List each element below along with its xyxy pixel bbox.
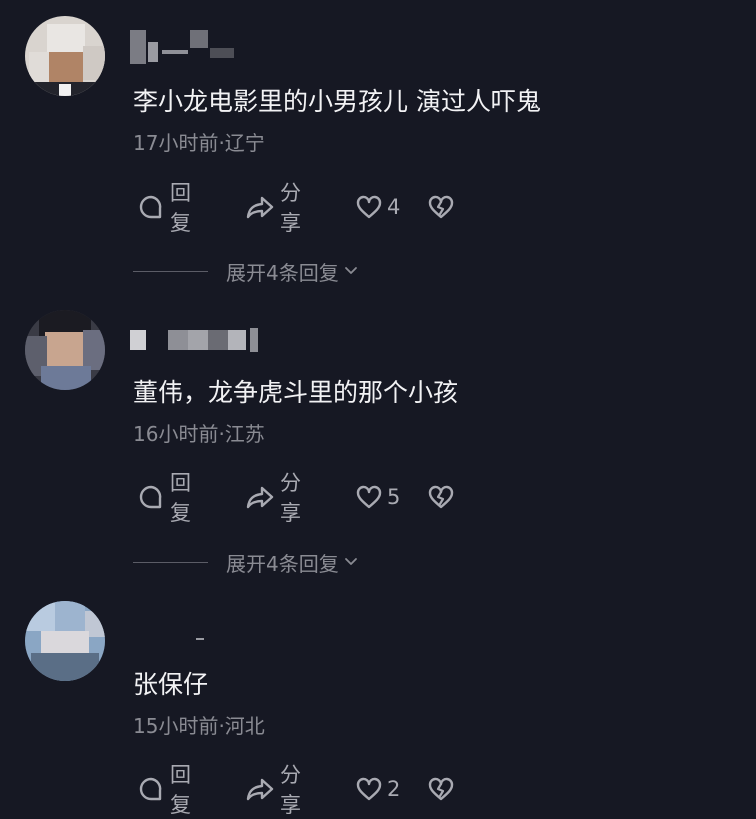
comment-bubble-icon: [137, 193, 165, 221]
heart-icon: [355, 483, 383, 511]
comment-bubble-icon: [137, 483, 165, 511]
expand-label: 展开4条回复: [226, 551, 339, 576]
dislike-button[interactable]: [427, 480, 455, 514]
chevron-down-icon: [339, 259, 359, 283]
share-arrow-icon: [245, 193, 275, 221]
like-button[interactable]: 5: [355, 480, 400, 514]
expand-label: 展开4条回复: [226, 260, 339, 285]
comment-text: 李小龙电影里的小男孩儿 演过人吓鬼: [133, 87, 541, 116]
share-label: 分享: [280, 763, 301, 817]
avatar[interactable]: [25, 601, 105, 681]
chevron-down-icon: [339, 550, 359, 574]
like-count: 5: [387, 485, 401, 509]
dislike-button[interactable]: [427, 772, 455, 806]
dislike-button[interactable]: [427, 190, 455, 224]
like-button[interactable]: 2: [355, 772, 400, 806]
reply-button[interactable]: 回复: [137, 763, 191, 817]
divider-line: [133, 270, 208, 272]
comment-text: 张保仔: [133, 670, 209, 699]
reply-button[interactable]: 回复: [137, 181, 191, 235]
share-label: 分享: [280, 471, 301, 525]
avatar[interactable]: [25, 310, 105, 390]
expand-replies[interactable]: 展开4条回复: [133, 256, 359, 286]
username[interactable]: [130, 30, 240, 64]
share-button[interactable]: 分享: [245, 471, 301, 525]
reply-button[interactable]: 回复: [137, 471, 191, 525]
broken-heart-icon: [427, 193, 455, 221]
reply-label: 回复: [170, 471, 191, 525]
share-button[interactable]: 分享: [245, 763, 301, 817]
divider-line: [133, 561, 208, 563]
broken-heart-icon: [427, 775, 455, 803]
comment-meta: 16小时前·江苏: [133, 422, 265, 446]
comment-meta: 15小时前·河北: [133, 714, 265, 738]
comment-list: 李小龙电影里的小男孩儿 演过人吓鬼 17小时前·辽宁 回复 分享 4 展开4条回…: [0, 0, 756, 817]
like-count: 4: [387, 195, 401, 219]
share-arrow-icon: [245, 775, 275, 803]
share-button[interactable]: 分享: [245, 181, 301, 235]
reply-label: 回复: [170, 763, 191, 817]
share-label: 分享: [280, 181, 301, 235]
comment-meta: 17小时前·辽宁: [133, 131, 265, 155]
avatar[interactable]: [25, 16, 105, 96]
heart-icon: [355, 193, 383, 221]
heart-icon: [355, 775, 383, 803]
like-count: 2: [387, 777, 401, 801]
comment-bubble-icon: [137, 775, 165, 803]
reply-label: 回复: [170, 181, 191, 235]
username[interactable]: [130, 620, 210, 642]
username[interactable]: [130, 328, 270, 352]
like-button[interactable]: 4: [355, 190, 400, 224]
broken-heart-icon: [427, 483, 455, 511]
share-arrow-icon: [245, 483, 275, 511]
expand-replies[interactable]: 展开4条回复: [133, 547, 359, 577]
comment-text: 董伟，龙争虎斗里的那个小孩: [133, 378, 459, 407]
